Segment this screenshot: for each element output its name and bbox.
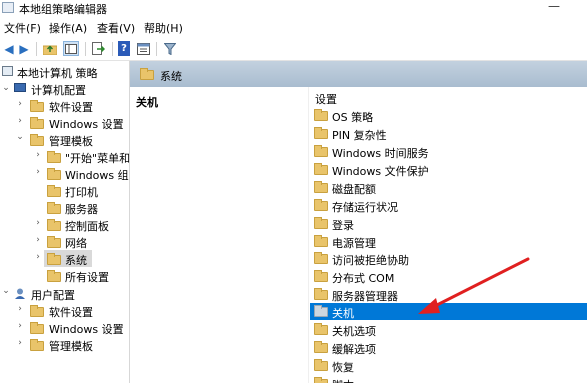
annotation-arrow-icon (418, 257, 530, 314)
